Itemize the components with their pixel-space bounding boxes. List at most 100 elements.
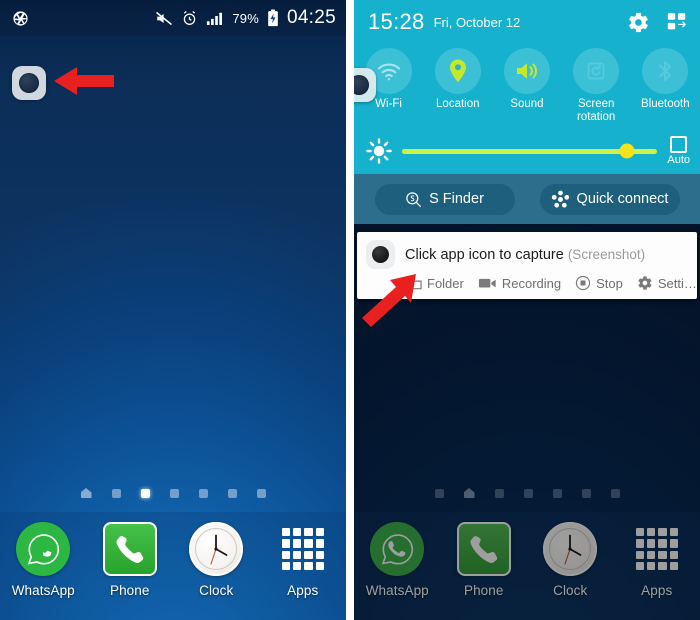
page-dot[interactable]: [169, 488, 179, 498]
page-dot[interactable]: [434, 488, 444, 498]
dock-item-phone[interactable]: Phone: [446, 522, 522, 598]
toggle-location[interactable]: Location: [424, 48, 492, 111]
battery-percent-label: 79%: [232, 10, 259, 26]
phone-icon: [456, 522, 511, 576]
battery-charging-icon: [267, 9, 279, 27]
dock-label: WhatsApp: [365, 583, 429, 598]
speaker-icon: [514, 59, 540, 83]
auto-brightness-checkbox[interactable]: [670, 136, 688, 153]
dock-label: Phone: [463, 583, 504, 598]
right-phone-screen: 15:28 Fri, October 12 Wi-Fi Location Sou…: [350, 0, 700, 620]
dual-phone-screenshot: 79% 04:25 WhatsApp Phone Clock Apps 15:2…: [0, 0, 700, 620]
notification-action-stop[interactable]: Stop: [575, 275, 623, 291]
dock-item-apps[interactable]: Apps: [619, 522, 695, 598]
brightness-row: Auto: [354, 128, 700, 174]
s-finder-label: S Finder: [429, 191, 484, 207]
notification-title-text: Click app icon to capture: [405, 246, 564, 263]
toggle-label: Location: [436, 98, 480, 110]
notification-title: Click app icon to capture (Screenshot): [405, 247, 645, 263]
notification-action-settings[interactable]: Setti…: [637, 275, 697, 291]
whatsapp-icon: [370, 522, 425, 576]
edit-quick-settings-icon[interactable]: [666, 11, 688, 33]
bluetooth-icon: [654, 58, 676, 84]
auto-brightness-toggle[interactable]: Auto: [667, 136, 690, 166]
dock: WhatsApp Phone Clock Apps: [354, 512, 700, 620]
dock: WhatsApp Phone Clock Apps: [0, 512, 346, 620]
screenshot-capture-floating-button[interactable]: [12, 66, 46, 100]
notification-action-label: Stop: [596, 275, 623, 291]
s-finder-button[interactable]: S Finder: [374, 183, 515, 215]
page-dot[interactable]: [198, 488, 208, 498]
mute-icon: [155, 11, 173, 26]
brightness-slider-thumb[interactable]: [619, 143, 635, 159]
quick-settings-actions: S Finder Quick connect: [354, 174, 700, 224]
auto-brightness-label: Auto: [667, 154, 690, 166]
toggle-screen-rotation[interactable]: Screen rotation: [562, 48, 630, 124]
page-dot[interactable]: [111, 488, 121, 498]
quick-settings-header: 15:28 Fri, October 12: [354, 0, 700, 44]
phone-icon: [102, 522, 157, 576]
video-camera-icon: [478, 276, 497, 290]
red-arrow-pointing-up-right: [360, 272, 430, 333]
quick-settings-date: Fri, October 12: [433, 14, 521, 30]
dock-item-apps[interactable]: Apps: [265, 522, 341, 598]
page-indicator: [0, 488, 346, 498]
status-clock: 04:25: [286, 7, 336, 28]
page-dot-home[interactable]: [463, 488, 475, 498]
clock-icon: [543, 522, 598, 576]
quick-connect-label: Quick connect: [576, 191, 669, 207]
page-dot-active[interactable]: [140, 488, 150, 498]
dock-item-whatsapp[interactable]: WhatsApp: [359, 522, 435, 598]
page-dot[interactable]: [552, 488, 562, 498]
toggle-label: Sound: [510, 98, 544, 110]
page-dot[interactable]: [523, 488, 533, 498]
page-dot[interactable]: [227, 488, 237, 498]
dock-label: Apps: [287, 583, 319, 598]
whatsapp-icon: [16, 522, 71, 576]
page-dot[interactable]: [256, 488, 266, 498]
quick-settings-toggles: Wi-Fi Location Sound Screen rotation Blu…: [354, 44, 700, 128]
status-bar: 79% 04:25: [0, 0, 346, 36]
quick-connect-icon: [551, 190, 570, 209]
dock-item-whatsapp[interactable]: WhatsApp: [5, 522, 81, 598]
notification-action-label: Folder: [427, 275, 464, 291]
brightness-sun-icon: [366, 138, 392, 164]
dock-label: WhatsApp: [11, 583, 75, 598]
camera-shutter-icon: [12, 10, 29, 27]
toggle-label: Screen rotation: [576, 98, 616, 123]
dock-item-phone[interactable]: Phone: [92, 522, 168, 598]
dock-label: Phone: [109, 583, 150, 598]
notification-action-recording[interactable]: Recording: [478, 276, 561, 291]
gear-icon[interactable]: [627, 11, 650, 34]
capture-dot-icon: [19, 73, 39, 93]
location-pin-icon: [446, 58, 470, 84]
toggle-bluetooth[interactable]: Bluetooth: [631, 48, 699, 111]
toggle-sound[interactable]: Sound: [493, 48, 561, 111]
dock-label: Clock: [199, 583, 234, 598]
notification-action-label: Setti…: [657, 275, 697, 291]
page-indicator: [354, 488, 700, 498]
dock-item-clock[interactable]: Clock: [532, 522, 608, 598]
wifi-icon: [376, 60, 402, 82]
dock-label: Apps: [641, 583, 673, 598]
page-dot[interactable]: [610, 488, 620, 498]
screenshot-app-icon: [367, 241, 394, 268]
signal-icon: [206, 11, 224, 26]
toggle-label: Bluetooth: [641, 98, 690, 110]
page-dot[interactable]: [581, 488, 591, 498]
red-arrow-pointing-left: [52, 64, 116, 103]
quick-connect-button[interactable]: Quick connect: [539, 183, 680, 215]
apps-grid-icon: [630, 522, 684, 576]
s-finder-icon: [405, 191, 422, 208]
brightness-slider[interactable]: [402, 143, 658, 159]
page-dot-home[interactable]: [80, 488, 92, 498]
alarm-icon: [181, 10, 198, 27]
left-phone-screen: 79% 04:25 WhatsApp Phone Clock Apps: [0, 0, 350, 620]
notification-subtitle: (Screenshot): [567, 246, 646, 262]
capture-dot-icon: [354, 75, 369, 95]
gear-icon: [637, 275, 653, 291]
page-dot[interactable]: [494, 488, 504, 498]
screenshot-capture-floating-button[interactable]: [354, 68, 376, 102]
apps-grid-icon: [276, 522, 330, 576]
dock-item-clock[interactable]: Clock: [178, 522, 254, 598]
